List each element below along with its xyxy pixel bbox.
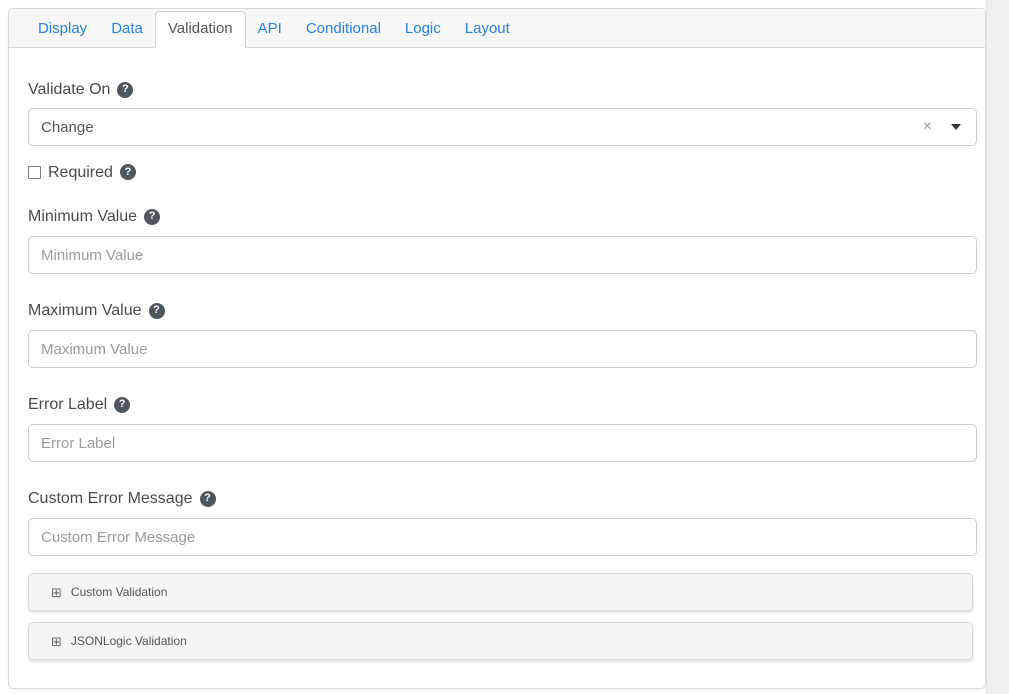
tab-layout[interactable]: Layout <box>453 11 522 47</box>
required-checkbox[interactable] <box>28 166 41 179</box>
jsonlogic-validation-panel-label: JSONLogic Validation <box>71 634 187 648</box>
validate-on-label-text: Validate On <box>28 80 110 99</box>
custom-validation-panel-label: Custom Validation <box>71 585 168 599</box>
clear-icon[interactable]: × <box>923 119 932 135</box>
maximum-value-input[interactable] <box>28 330 977 368</box>
error-label-input[interactable] <box>28 424 977 462</box>
tab-api[interactable]: API <box>246 11 294 47</box>
tab-display[interactable]: Display <box>26 11 99 47</box>
chevron-down-icon[interactable] <box>951 124 961 130</box>
help-icon[interactable]: ? <box>117 82 133 98</box>
minimum-value-label-text: Minimum Value <box>28 207 137 226</box>
help-icon[interactable]: ? <box>114 397 130 413</box>
validate-on-select[interactable]: Change × <box>28 108 977 146</box>
custom-error-message-label-text: Custom Error Message <box>28 489 193 508</box>
required-label[interactable]: Required ? <box>48 163 136 182</box>
scrollbar-track[interactable] <box>986 0 1009 694</box>
settings-panel: Display Data Validation API Conditional … <box>8 8 986 689</box>
tab-logic[interactable]: Logic <box>393 11 453 47</box>
tab-bar: Display Data Validation API Conditional … <box>9 9 985 48</box>
validation-tab-content: Validate On ? Change × Required ? Minimu… <box>9 48 985 660</box>
custom-error-message-label: Custom Error Message ? <box>28 489 977 508</box>
minimum-value-input[interactable] <box>28 236 977 274</box>
error-label-label-text: Error Label <box>28 395 107 414</box>
help-icon[interactable]: ? <box>144 209 160 225</box>
maximum-value-label-text: Maximum Value <box>28 301 142 320</box>
required-label-text: Required <box>48 163 113 182</box>
expand-icon: ⊞ <box>51 586 62 599</box>
validate-on-selected-value: Change <box>41 119 923 136</box>
expand-icon: ⊞ <box>51 635 62 648</box>
tab-validation[interactable]: Validation <box>155 11 246 48</box>
validate-on-label: Validate On ? <box>28 80 977 99</box>
minimum-value-label: Minimum Value ? <box>28 207 977 226</box>
help-icon[interactable]: ? <box>149 303 165 319</box>
tab-data[interactable]: Data <box>99 11 155 47</box>
help-icon[interactable]: ? <box>200 491 216 507</box>
error-label-label: Error Label ? <box>28 395 977 414</box>
jsonlogic-validation-panel-toggle[interactable]: ⊞ JSONLogic Validation <box>28 622 973 660</box>
required-row: Required ? <box>28 163 977 181</box>
custom-validation-panel-toggle[interactable]: ⊞ Custom Validation <box>28 573 973 611</box>
custom-error-message-input[interactable] <box>28 518 977 556</box>
maximum-value-label: Maximum Value ? <box>28 301 977 320</box>
tab-conditional[interactable]: Conditional <box>294 11 393 47</box>
help-icon[interactable]: ? <box>120 164 136 180</box>
